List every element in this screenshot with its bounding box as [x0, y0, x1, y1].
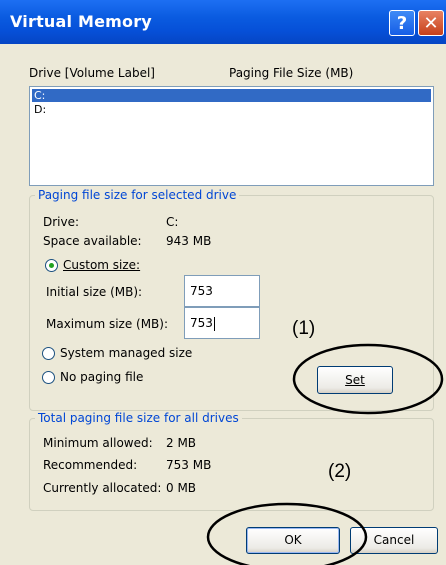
virtual-memory-dialog: Virtual Memory ? ✕ Drive [Volume Label] … — [0, 0, 446, 565]
annotation-ellipses — [206, 343, 444, 565]
ellipse-around-set — [292, 343, 444, 415]
ellipse-around-ok — [206, 502, 368, 565]
